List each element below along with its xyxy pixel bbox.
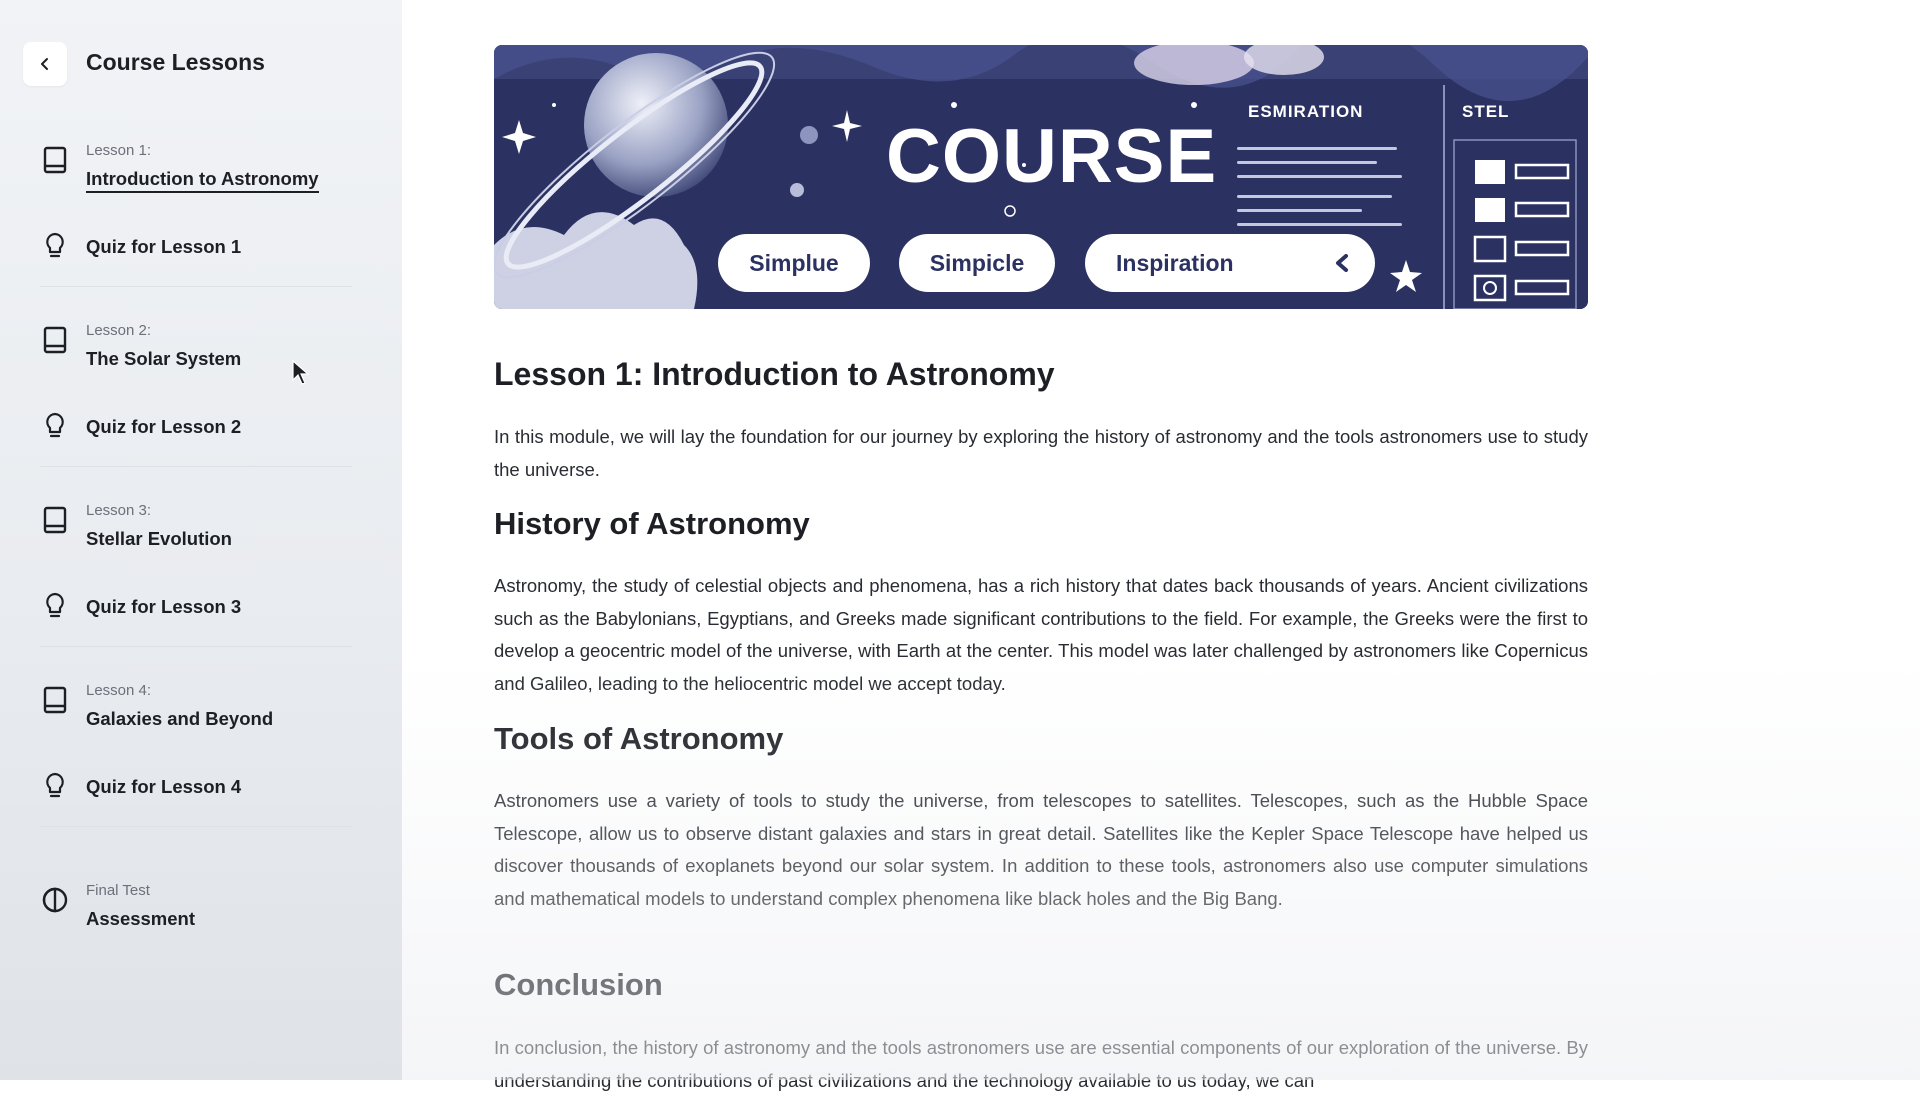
section-heading: Tools of Astronomy	[494, 721, 784, 756]
divider	[40, 286, 352, 287]
book-icon	[43, 326, 67, 354]
banner-pill-inspiration[interactable]: Inspiration	[1085, 234, 1375, 292]
lesson-title: Lesson 1: Introduction to Astronomy	[494, 356, 1055, 392]
sidebar-item-lesson-2[interactable]: Lesson 2: The Solar System	[0, 318, 402, 378]
book-icon	[43, 506, 67, 534]
sidebar-item-final-test[interactable]: Final Test Assessment	[0, 878, 402, 938]
lightbulb-icon	[46, 772, 64, 798]
sidebar: Course Lessons Lesson 1: Introduction to…	[0, 0, 402, 1080]
lesson-label: Stellar Evolution	[86, 528, 232, 549]
quiz-label: Quiz for Lesson 3	[86, 596, 242, 617]
lesson-intro: In this module, we will lay the foundati…	[494, 426, 1588, 480]
lightbulb-icon	[46, 592, 64, 618]
lesson-label: The Solar System	[86, 348, 242, 369]
sidebar-item-quiz-2[interactable]: Quiz for Lesson 2	[0, 408, 402, 448]
book-icon	[43, 146, 67, 174]
sidebar-item-quiz-4[interactable]: Quiz for Lesson 4	[0, 768, 402, 808]
section-body: In conclusion, the history of astronomy …	[494, 1037, 1588, 1091]
section-heading: History of Astronomy	[494, 506, 810, 541]
course-banner: COURSE ESMIRATION STEL Simplue Simpicle …	[494, 45, 1588, 309]
banner-text-line	[1237, 147, 1397, 150]
sidebar-item-quiz-3[interactable]: Quiz for Lesson 3	[0, 588, 402, 628]
banner-text-line	[1237, 223, 1402, 226]
sidebar-item-lesson-1[interactable]: Lesson 1: Introduction to Astronomy	[0, 138, 402, 198]
banner-text-line	[1237, 161, 1377, 164]
banner-text-line	[1237, 209, 1362, 212]
quiz-label: Quiz for Lesson 4	[86, 776, 242, 797]
pill-label: Simplue	[749, 249, 839, 276]
banner-label-right: STEL	[1462, 102, 1510, 121]
lesson-label: Galaxies and Beyond	[86, 708, 274, 729]
banner-pill-simplue[interactable]: Simplue	[718, 234, 870, 292]
chevron-left-icon	[1336, 254, 1348, 272]
lesson-kicker: Lesson 1:	[86, 142, 152, 159]
final-test-label: Assessment	[86, 908, 196, 929]
lesson-kicker: Lesson 3:	[86, 502, 152, 519]
banner-text-line	[1237, 195, 1392, 198]
lightbulb-icon	[46, 232, 64, 258]
divider	[40, 646, 352, 647]
final-test-kicker: Final Test	[86, 882, 150, 899]
sidebar-item-quiz-1[interactable]: Quiz for Lesson 1	[0, 228, 402, 268]
divider	[40, 466, 352, 467]
pill-label: Simpicle	[929, 249, 1025, 276]
lesson-label: Introduction to Astronomy	[86, 168, 319, 193]
banner-text-line	[1237, 175, 1402, 178]
sidebar-title: Course Lessons	[86, 49, 265, 75]
book-icon	[43, 686, 67, 714]
banner-label-left: ESMIRATION	[1248, 102, 1364, 121]
chevron-left-icon	[41, 58, 48, 70]
banner-pill-simpicle[interactable]: Simpicle	[899, 234, 1055, 292]
divider	[40, 826, 352, 827]
pill-label: Inspiration	[1116, 249, 1234, 276]
lightbulb-icon	[46, 412, 64, 438]
section-body: Astronomy, the study of celestial object…	[494, 575, 1588, 694]
back-button[interactable]	[23, 42, 67, 86]
mouse-cursor-icon	[292, 360, 310, 385]
lesson-kicker: Lesson 2:	[86, 322, 152, 339]
quiz-label: Quiz for Lesson 2	[86, 416, 242, 437]
sidebar-item-lesson-3[interactable]: Lesson 3: Stellar Evolution	[0, 498, 402, 558]
half-circle-icon	[42, 887, 68, 913]
banner-title: COURSE	[886, 114, 1218, 199]
section-body: Astronomers use a variety of tools to st…	[494, 790, 1588, 909]
quiz-label: Quiz for Lesson 1	[86, 236, 242, 257]
section-heading: Conclusion	[494, 967, 663, 1002]
lesson-kicker: Lesson 4:	[86, 682, 152, 699]
sidebar-item-lesson-4[interactable]: Lesson 4: Galaxies and Beyond	[0, 678, 402, 738]
